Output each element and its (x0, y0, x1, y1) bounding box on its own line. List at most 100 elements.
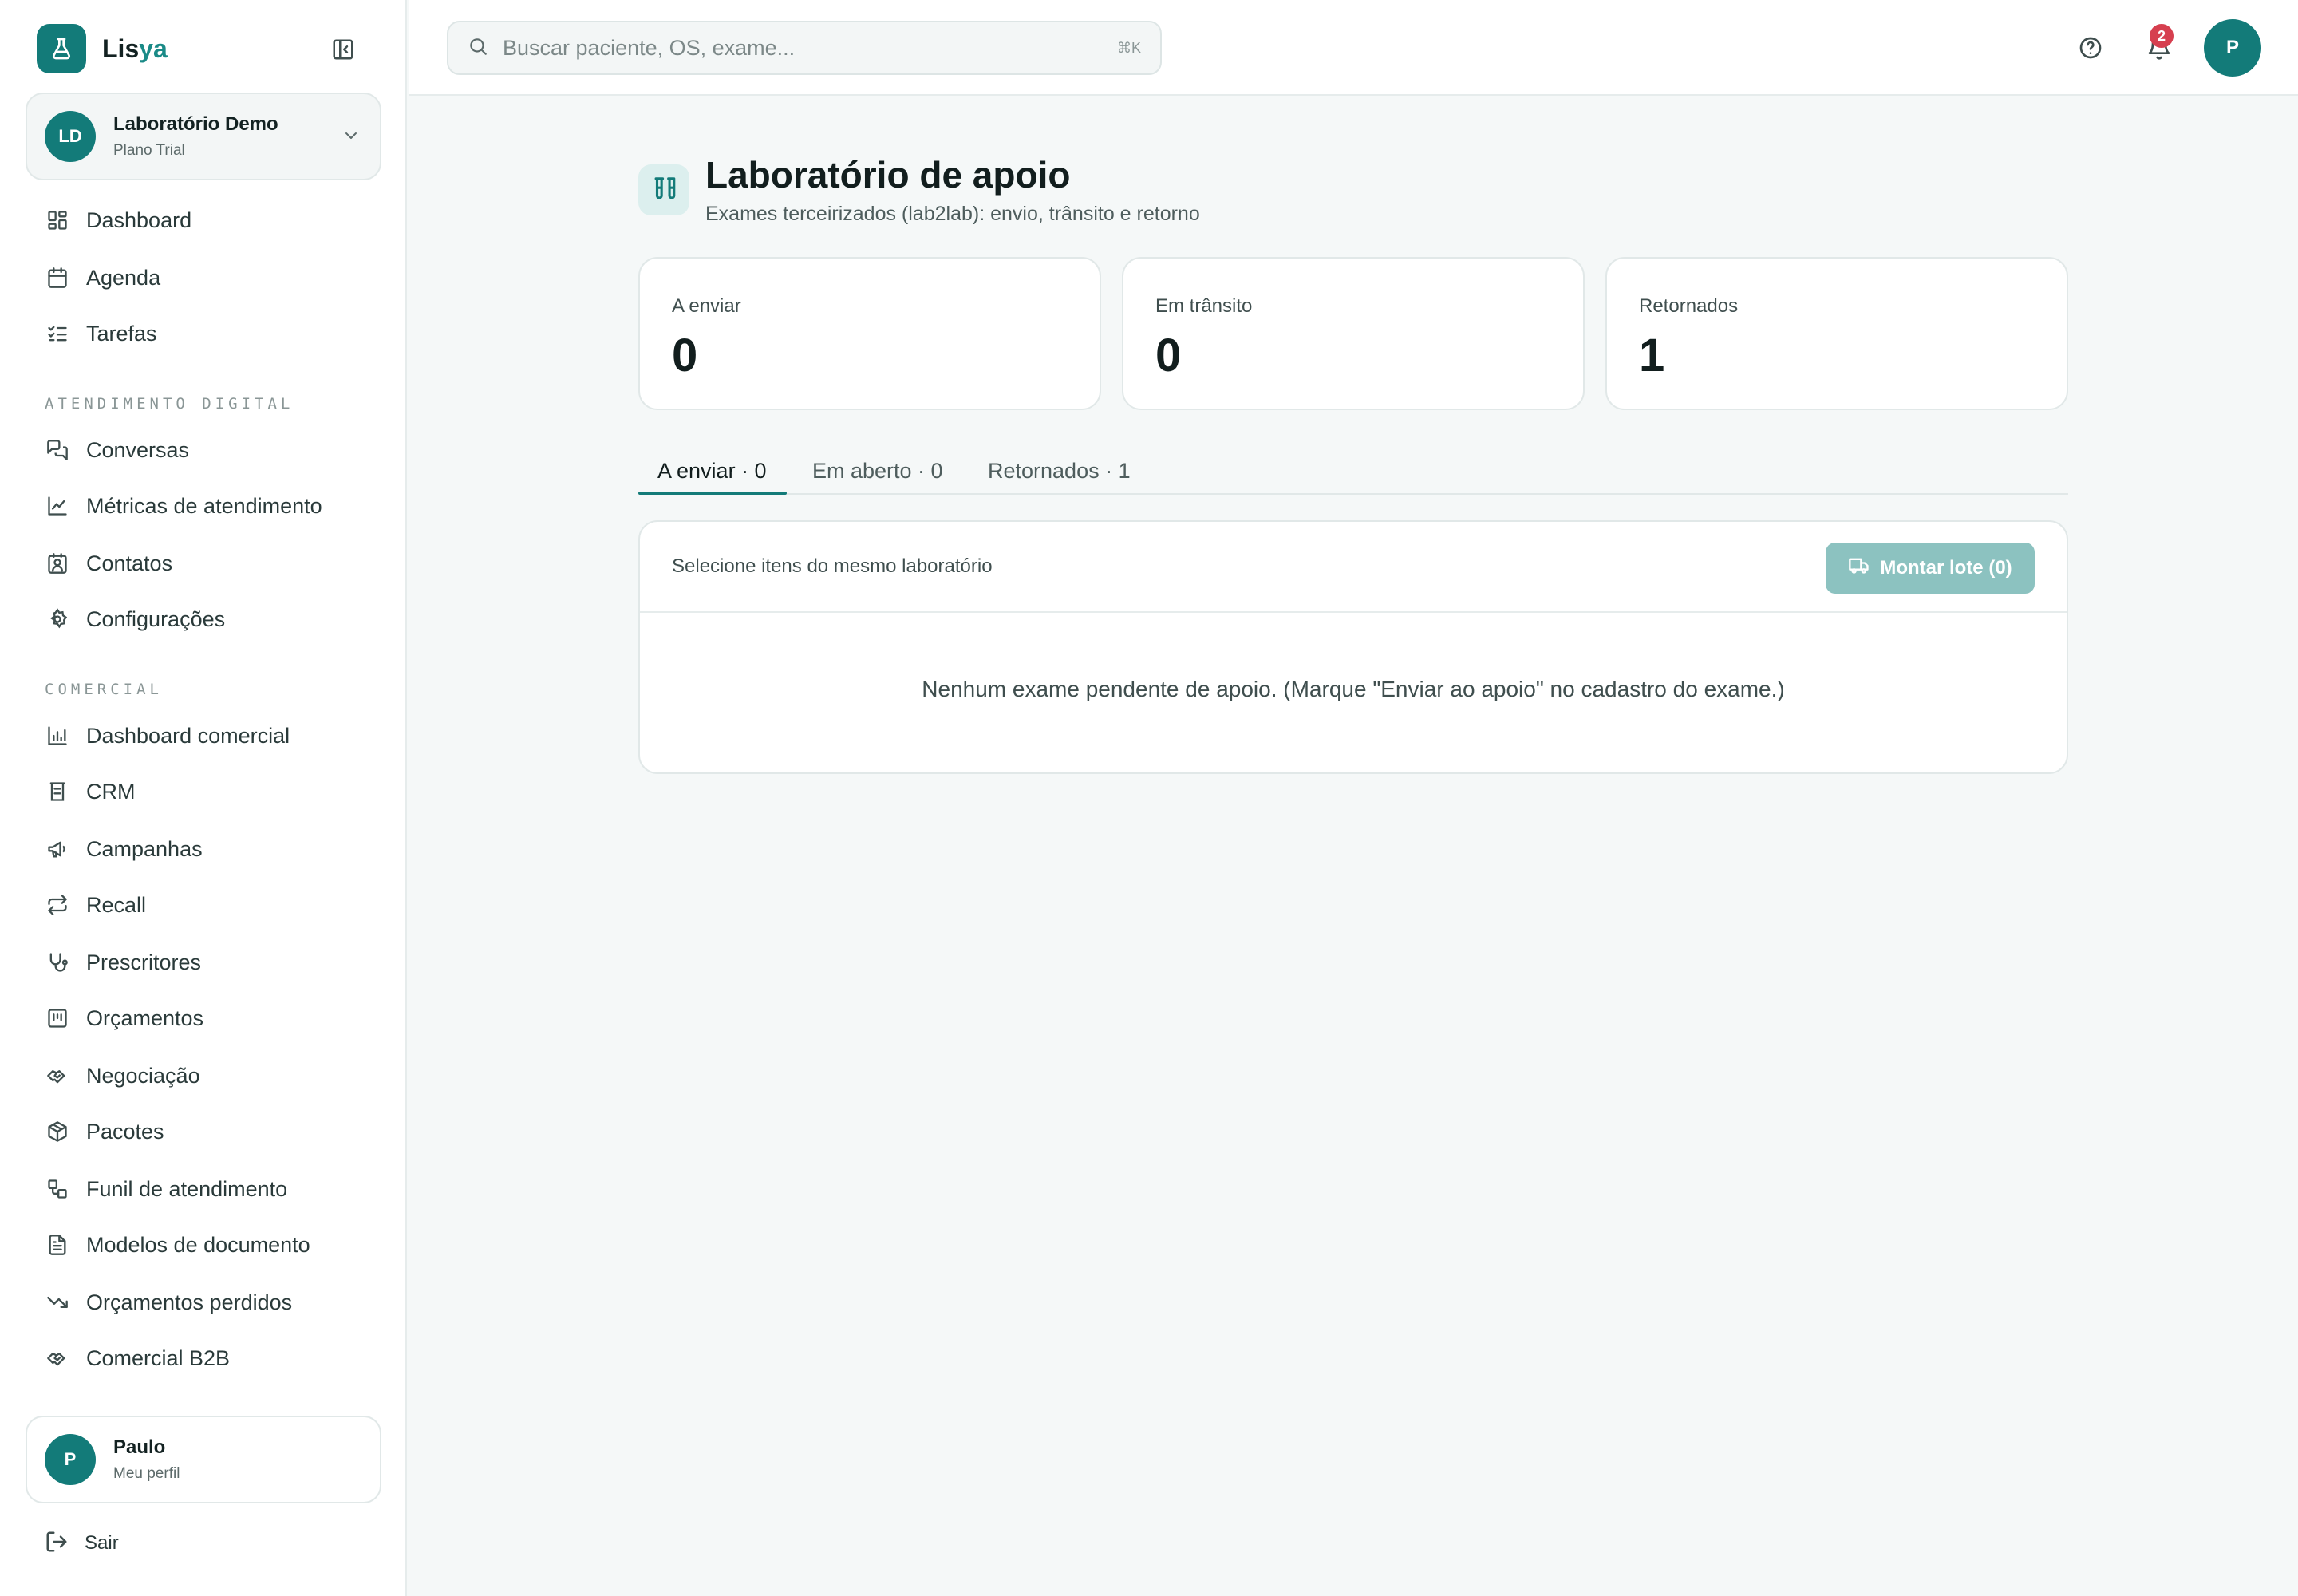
nav-item-label: Negociação (86, 1063, 200, 1088)
tab-a-enviar[interactable]: A enviar · 0 (657, 447, 767, 495)
help-icon[interactable] (2073, 30, 2108, 65)
nav-item-label: Agenda (86, 265, 161, 290)
nav-item-dashboard-comercial[interactable]: Dashboard comercial (45, 718, 290, 753)
truck-icon (1848, 555, 1870, 583)
nav-item-orcamentos-perdidos[interactable]: Orçamentos perdidos (45, 1285, 292, 1320)
list-check-icon (45, 321, 70, 346)
nav-item-recall[interactable]: Recall (45, 887, 146, 922)
chevron-down-icon (342, 126, 361, 149)
nav-item-orcamentos[interactable]: Orçamentos (45, 1001, 203, 1036)
nav-item-metricas[interactable]: Métricas de atendimento (45, 488, 322, 523)
nav-item-dashboard[interactable]: Dashboard (45, 203, 192, 238)
nav-item-label: Tarefas (86, 321, 157, 346)
logout-icon (45, 1530, 69, 1558)
stat-value: 1 (1639, 330, 1665, 381)
user-name: Paulo (113, 1436, 166, 1458)
nav-item-label: Modelos de documento (86, 1232, 310, 1257)
nav-item-contatos[interactable]: Contatos (45, 546, 172, 581)
workflow-icon (45, 1176, 70, 1202)
stat-card-em-transito: Em trânsito 0 (1122, 257, 1585, 410)
nav-item-label: Orçamentos perdidos (86, 1290, 293, 1314)
calendar-icon (45, 265, 70, 290)
stat-label: Retornados (1639, 295, 1739, 317)
line-chart-icon (45, 493, 70, 519)
collapse-sidebar-icon[interactable] (329, 35, 357, 64)
tab-bar: A enviar · 0 Em aberto · 0 Retornados · … (638, 447, 2068, 495)
nav-item-label: Dashboard comercial (86, 723, 290, 748)
stat-value: 0 (1155, 330, 1182, 381)
search-input[interactable]: Buscar paciente, OS, exame... ⌘K (447, 21, 1162, 75)
nav-item-prescritores[interactable]: Prescritores (45, 945, 201, 980)
bar-chart-icon (45, 723, 70, 749)
pending-exams-panel: Selecione itens do mesmo laboratório Mon… (638, 520, 2068, 774)
stat-label: A enviar (672, 295, 741, 317)
messages-icon (45, 437, 70, 463)
nav-item-label: Orçamentos (86, 1005, 204, 1030)
build-batch-button[interactable]: Montar lote (0) (1826, 543, 2035, 594)
nav-item-agenda[interactable]: Agenda (45, 260, 160, 295)
document-icon (45, 1232, 70, 1258)
nav-item-configuracoes[interactable]: Configurações (45, 602, 225, 637)
search-placeholder: Buscar paciente, OS, exame... (503, 35, 796, 60)
flask-icon (37, 24, 86, 73)
nav-item-label: Funil de atendimento (86, 1176, 288, 1201)
nav-item-crm[interactable]: CRM (45, 774, 136, 809)
notification-badge: 2 (2150, 24, 2174, 48)
active-tab-indicator (638, 492, 787, 495)
nav-item-label: Configurações (86, 606, 226, 631)
page-title: Laboratório de apoio (705, 154, 1071, 196)
nav-item-label: Campanhas (86, 836, 203, 861)
nav-item-campanhas[interactable]: Campanhas (45, 832, 203, 867)
avatar: P (45, 1434, 96, 1485)
tab-retornados[interactable]: Retornados · 1 (988, 447, 1131, 495)
nav-item-funil[interactable]: Funil de atendimento (45, 1171, 287, 1207)
nav-item-negociacao[interactable]: Negociação (45, 1058, 200, 1093)
contact-icon (45, 551, 70, 576)
user-profile-card[interactable]: P Paulo Meu perfil (26, 1416, 381, 1503)
empty-state-message: Nenhum exame pendente de apoio. (Marque … (922, 677, 1785, 701)
nav-item-pacotes[interactable]: Pacotes (45, 1114, 164, 1149)
org-switcher[interactable]: LD Laboratório Demo Plano Trial (26, 93, 381, 180)
dashboard-icon (45, 207, 70, 233)
nav-item-conversas[interactable]: Conversas (45, 433, 189, 468)
section-label-atendimento-digital: ATENDIMENTO DIGITAL (45, 395, 294, 413)
stat-label: Em trânsito (1155, 295, 1253, 317)
section-label-comercial: COMERCIAL (45, 681, 163, 698)
stethoscope-icon (45, 950, 70, 975)
build-batch-label: Montar lote (0) (1880, 557, 2012, 579)
nav-item-label: Conversas (86, 437, 190, 462)
nav-item-tarefas[interactable]: Tarefas (45, 316, 157, 351)
search-shortcut: ⌘K (1116, 40, 1141, 56)
nav-item-modelos-documento[interactable]: Modelos de documento (45, 1227, 310, 1262)
user-subtitle: Meu perfil (113, 1465, 180, 1482)
search-icon (468, 36, 488, 61)
trending-down-icon (45, 1290, 70, 1315)
handshake-icon (45, 1345, 70, 1371)
selection-hint: Selecione itens do mesmo laboratório (672, 555, 993, 577)
user-avatar-button[interactable]: P (2204, 19, 2261, 77)
nav-item-label: Prescritores (86, 950, 202, 974)
tab-em-aberto[interactable]: Em aberto · 0 (812, 447, 943, 495)
nav-item-comercial-b2b[interactable]: Comercial B2B (45, 1341, 230, 1376)
brand[interactable]: Lisya (37, 24, 168, 73)
brand-name: Lisya (102, 34, 168, 63)
topbar: Buscar paciente, OS, exame... ⌘K 2 P (409, 0, 2298, 96)
stat-card-retornados: Retornados 1 (1605, 257, 2068, 410)
stat-card-a-enviar: A enviar 0 (638, 257, 1101, 410)
megaphone-icon (45, 836, 70, 862)
nav-item-label: Métricas de atendimento (86, 493, 322, 518)
org-name: Laboratório Demo (113, 113, 278, 135)
stat-value: 0 (672, 330, 698, 381)
nav-item-label: Pacotes (86, 1119, 164, 1144)
nav-item-label: Recall (86, 892, 147, 917)
org-avatar: LD (45, 111, 96, 162)
sidebar: Lisya LD Laboratório Demo Plano Trial Da… (0, 0, 407, 1596)
nav-item-label: CRM (86, 779, 136, 804)
repeat-icon (45, 892, 70, 918)
package-icon (45, 1119, 70, 1144)
logout-button[interactable]: Sair (45, 1526, 119, 1561)
panel-header: Selecione itens do mesmo laboratório Mon… (640, 522, 2067, 613)
logout-label: Sair (85, 1532, 119, 1554)
receipt-icon (45, 1005, 70, 1031)
nav-item-label: Contatos (86, 551, 173, 575)
